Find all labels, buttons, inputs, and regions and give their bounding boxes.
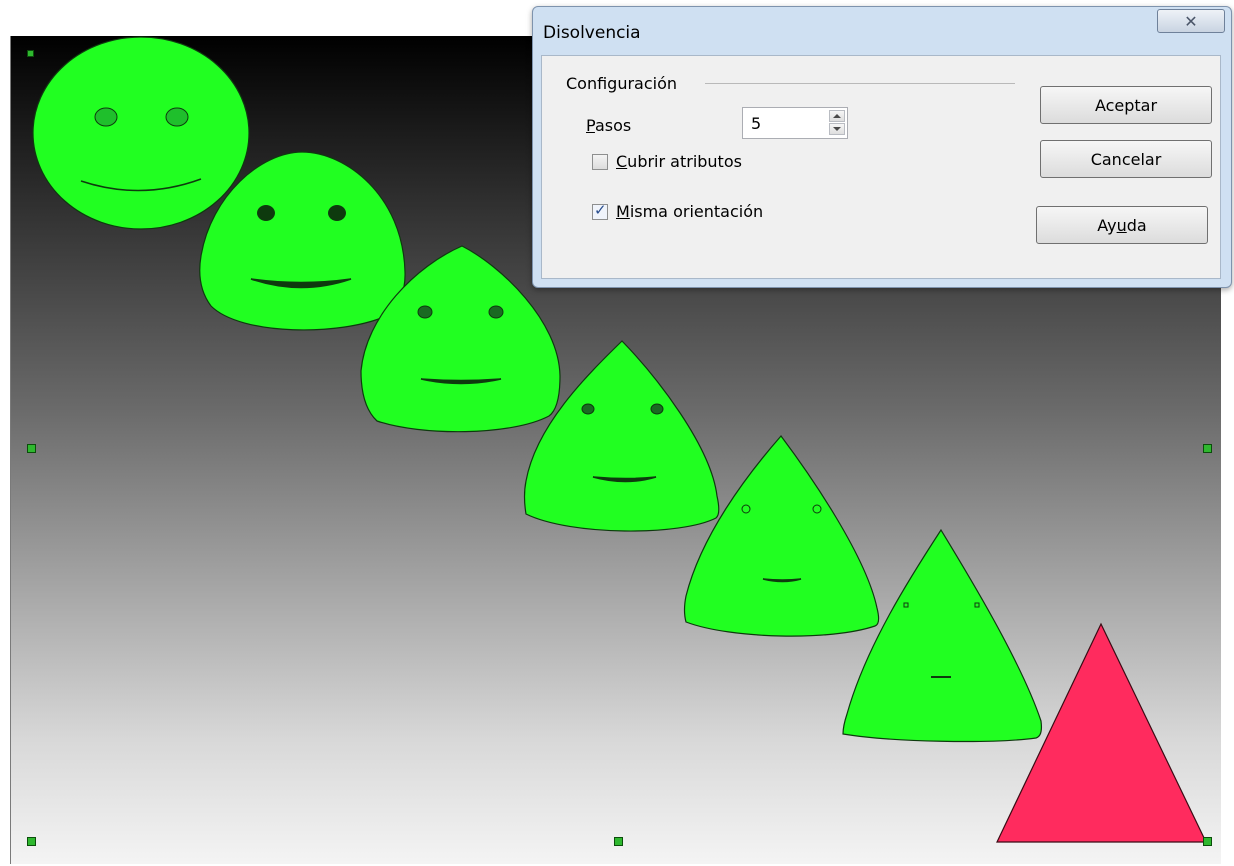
selection-handle-bottom-left[interactable] [27, 837, 36, 846]
selection-handle-bottom-center[interactable] [614, 837, 623, 846]
spin-up-button[interactable] [829, 110, 845, 122]
chevron-up-icon [833, 114, 841, 118]
ok-button[interactable]: Aceptar [1040, 86, 1212, 124]
help-label: Ayuda [1097, 216, 1146, 235]
help-label-mnemonic: u [1116, 215, 1127, 235]
cover-attributes-label[interactable]: Cubrir atributos [616, 152, 742, 171]
same-orientation-label[interactable]: Misma orientación [616, 202, 763, 221]
shape-morph-step-5[interactable] [842, 528, 1043, 743]
face-body [683, 435, 880, 637]
same-orientation-mnemonic: M [616, 202, 630, 221]
cancel-label: Cancelar [1090, 149, 1162, 169]
left-eye [417, 305, 433, 319]
help-label-a: Ay [1097, 215, 1117, 235]
left-eye [741, 504, 751, 514]
group-label: Configuración [566, 74, 678, 93]
close-x-icon: ✕ [1184, 11, 1198, 31]
face-body [842, 528, 1043, 743]
cover-attributes-checkbox[interactable] [592, 154, 608, 170]
ok-label: Aceptar [1094, 95, 1158, 115]
left-eye [903, 602, 909, 608]
right-eye [165, 107, 189, 127]
steps-label-mnemonic: P [586, 116, 595, 135]
selection-handle-bottom-right[interactable] [1203, 837, 1212, 846]
help-button[interactable]: Ayuda [1036, 206, 1208, 244]
dialog-title: Disolvencia [543, 23, 641, 43]
shape-morph-step-4[interactable] [683, 435, 880, 637]
right-eye [650, 403, 664, 415]
spin-down-button[interactable] [829, 123, 845, 135]
right-eye [328, 205, 346, 221]
steps-label: Pasos [586, 116, 631, 135]
selection-handle-mid-left[interactable] [27, 444, 36, 453]
group-divider [705, 83, 1015, 84]
cover-attributes-rest: ubrir atributos [627, 152, 742, 171]
help-label-b: da [1126, 215, 1147, 235]
dialog-titlebar[interactable]: Disolvencia ✕ [533, 7, 1231, 55]
selection-handle-mid-right[interactable] [1203, 444, 1212, 453]
steps-label-rest: asos [594, 116, 632, 135]
right-eye [488, 305, 504, 319]
dialog-client-area: Configuración Pasos 5 Cubrir atributos ✓… [541, 55, 1221, 279]
selection-handle-top-left[interactable] [27, 50, 34, 57]
same-orientation-rest: isma orientación [629, 202, 764, 221]
cancel-button[interactable]: Cancelar [1040, 140, 1212, 178]
morphing-dialog: Disolvencia ✕ Configuración Pasos 5 Cubr… [532, 6, 1232, 288]
steps-spinbox[interactable]: 5 [742, 107, 848, 139]
left-eye [581, 403, 595, 415]
right-eye [812, 504, 822, 514]
shape-ellipse-face[interactable] [32, 36, 250, 230]
close-button[interactable]: ✕ [1157, 9, 1225, 33]
cover-attributes-mnemonic: C [616, 152, 628, 171]
face-body [32, 36, 250, 230]
right-eye [974, 602, 980, 608]
same-orientation-checkbox[interactable]: ✓ [592, 201, 608, 220]
left-eye [94, 107, 118, 127]
steps-value[interactable]: 5 [751, 114, 761, 133]
checkmark-icon: ✓ [594, 201, 607, 219]
chevron-down-icon [833, 127, 841, 131]
left-eye [257, 205, 275, 221]
